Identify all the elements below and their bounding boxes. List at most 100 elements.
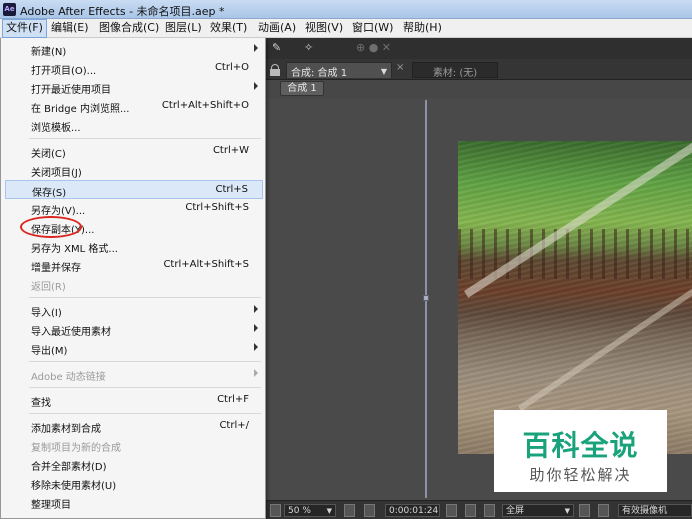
menu-item-label: 导入最近使用素材 <box>31 327 111 338</box>
camera-select[interactable]: 有效摄像机 <box>618 504 692 517</box>
mask-visibility-icon[interactable] <box>364 504 375 517</box>
menu-item-label: 浏览模板... <box>31 123 81 134</box>
composition-frame-image <box>458 141 692 454</box>
viewer-guide-handle[interactable] <box>423 295 429 301</box>
menu-item-label: 关闭(C) <box>31 149 66 160</box>
submenu-arrow-icon <box>254 324 258 332</box>
menu-item-shortcut: Ctrl+W <box>212 145 249 156</box>
region-of-interest-icon[interactable] <box>579 504 590 517</box>
menu-file[interactable]: 文件(F) <box>2 19 47 38</box>
menu-item-label: 在 Bridge 内浏览照... <box>31 104 130 115</box>
menu-window[interactable]: 窗口(W) <box>349 19 396 38</box>
menu-item-save[interactable]: 保存(S) Ctrl+S <box>5 180 263 199</box>
composition-tab-bar: 合成: 合成 1 ▼ × 素材: (无) <box>266 59 692 80</box>
chevron-down-icon: ▼ <box>564 507 570 515</box>
menu-item-open-project[interactable]: 打开项目(O)... Ctrl+O <box>5 59 263 78</box>
menu-item-label: 增量并保存 <box>31 263 81 274</box>
file-menu-dropdown: 新建(N) 打开项目(O)... Ctrl+O 打开最近使用项目 在 Bridg… <box>0 38 266 519</box>
submenu-arrow-icon <box>254 343 258 351</box>
menu-item-label: 保存(S) <box>32 188 67 199</box>
tab-composition[interactable]: 合成: 合成 1 ▼ <box>286 62 392 79</box>
current-time-display[interactable]: 0:00:01:24 <box>385 504 440 517</box>
menu-view[interactable]: 视图(V) <box>302 19 346 38</box>
menu-edit[interactable]: 编辑(E) <box>48 19 92 38</box>
menu-item-export[interactable]: 导出(M) <box>5 339 263 358</box>
menu-item-find[interactable]: 查找 Ctrl+F <box>5 391 263 410</box>
menu-item-browse-bridge[interactable]: 在 Bridge 内浏览照... Ctrl+Alt+Shift+O <box>5 97 263 116</box>
show-snapshot-icon[interactable] <box>465 504 476 517</box>
menu-item-browse-templates[interactable]: 浏览模板... <box>5 116 263 135</box>
breadcrumb-comp-button[interactable]: 合成 1 <box>280 81 324 96</box>
menu-item-save-as[interactable]: 另存为(V)... Ctrl+Shift+S <box>5 199 263 218</box>
menu-item-label: 移除未使用素材(U) <box>31 481 117 492</box>
safe-zones-icon[interactable] <box>344 504 355 517</box>
viewer-status-bar: 50 % ▼ 0:00:01:24 全屏 ▼ 有效摄像机 <box>266 500 692 519</box>
chevron-down-icon[interactable]: ▼ <box>381 67 387 76</box>
close-icon[interactable]: × <box>396 62 404 73</box>
snapshot-icon[interactable] <box>446 504 457 517</box>
zoom-select[interactable]: 50 % ▼ <box>284 504 336 517</box>
menu-layer[interactable]: 图层(L) <box>162 19 205 38</box>
menu-item-shortcut: Ctrl+F <box>217 394 249 405</box>
watermark-logo: 百科全说 助你轻松解决 <box>494 410 667 492</box>
eraser-tool-icon[interactable]: ✎ <box>272 41 281 55</box>
menu-item-label: 关闭项目(J) <box>31 168 82 179</box>
menu-item-label: 打开项目(O)... <box>31 66 97 77</box>
menu-item-label: 导入(I) <box>31 308 62 319</box>
menu-item-revert: 返回(R) <box>5 275 263 294</box>
submenu-arrow-icon <box>254 82 258 90</box>
menu-item-label: 查找 <box>31 398 51 409</box>
tab-composition-label: 合成: 合成 1 <box>291 68 348 79</box>
menu-item-shortcut: Ctrl+/ <box>219 420 249 431</box>
puppet-options-icon: ⊕ ● ✕ <box>356 41 392 54</box>
menu-bar: 文件(F) 编辑(E) 图像合成(C) 图层(L) 效果(T) 动画(A) 视图… <box>0 19 692 38</box>
menu-help[interactable]: 帮助(H) <box>400 19 445 38</box>
menu-item-label: 打开最近使用项目 <box>31 85 111 96</box>
image-rail-blur <box>518 182 692 411</box>
menu-item-shortcut: Ctrl+Shift+S <box>185 202 249 213</box>
menu-item-dynamic-link: Adobe 动态链接 <box>5 365 263 384</box>
menu-item-new[interactable]: 新建(N) <box>5 40 263 59</box>
menu-item-label: 添加素材到合成 <box>31 424 101 435</box>
resolution-value: 全屏 <box>506 506 525 516</box>
channel-color-icon[interactable] <box>484 504 495 517</box>
menu-item-add-footage-to-comp[interactable]: 添加素材到合成 Ctrl+/ <box>5 417 263 436</box>
puppet-pin-tool-icon[interactable]: ✧ <box>304 41 313 55</box>
always-preview-icon[interactable] <box>270 504 281 517</box>
watermark-subtitle: 助你轻松解决 <box>529 466 632 484</box>
menu-item-close[interactable]: 关闭(C) Ctrl+W <box>5 142 263 161</box>
menu-composition[interactable]: 图像合成(C) <box>96 19 162 38</box>
menu-item-shortcut: Ctrl+Alt+Shift+O <box>161 100 249 111</box>
tab-footage-label: 素材: (无) <box>432 68 478 79</box>
menu-item-consolidate-footage[interactable]: 合并全部素材(D) <box>5 455 263 474</box>
submenu-arrow-icon <box>254 305 258 313</box>
menu-separator <box>29 361 261 362</box>
transparency-grid-icon[interactable] <box>598 504 609 517</box>
menu-item-remove-unused-footage[interactable]: 移除未使用素材(U) <box>5 474 263 493</box>
tab-footage[interactable]: 素材: (无) <box>412 62 498 79</box>
menu-separator <box>29 297 261 298</box>
menu-item-open-recent[interactable]: 打开最近使用项目 <box>5 78 263 97</box>
submenu-arrow-icon <box>254 369 258 377</box>
menu-item-close-project[interactable]: 关闭项目(J) <box>5 161 263 180</box>
menu-item-label: 另存为 XML 格式... <box>31 244 118 255</box>
menu-animation[interactable]: 动画(A) <box>255 19 299 38</box>
menu-item-label: 复制项目为新的合成 <box>31 443 121 454</box>
menu-item-increment-save[interactable]: 增量并保存 Ctrl+Alt+Shift+S <box>5 256 263 275</box>
menu-separator <box>29 413 261 414</box>
after-effects-app-icon: Ae <box>3 3 16 16</box>
menu-item-import[interactable]: 导入(I) <box>5 301 263 320</box>
menu-effect[interactable]: 效果(T) <box>207 19 250 38</box>
menu-item-import-recent[interactable]: 导入最近使用素材 <box>5 320 263 339</box>
menu-item-shortcut: Ctrl+S <box>215 184 248 195</box>
menu-item-save-as-xml[interactable]: 另存为 XML 格式... <box>5 237 263 256</box>
menu-separator <box>29 387 261 388</box>
menu-item-label: 整理项目 <box>31 500 71 511</box>
menu-item-reduce-project[interactable]: 整理项目 <box>5 493 263 512</box>
menu-item-label: 导出(M) <box>31 346 68 357</box>
menu-item-shortcut: Ctrl+O <box>214 62 249 73</box>
save-highlight-circle <box>20 216 82 238</box>
tools-bar: ✎ ✧ ⊕ ● ✕ <box>266 38 692 59</box>
resolution-select[interactable]: 全屏 ▼ <box>502 504 574 517</box>
title-bar: Ae Adobe After Effects - 未命名项目.aep * <box>0 0 692 19</box>
